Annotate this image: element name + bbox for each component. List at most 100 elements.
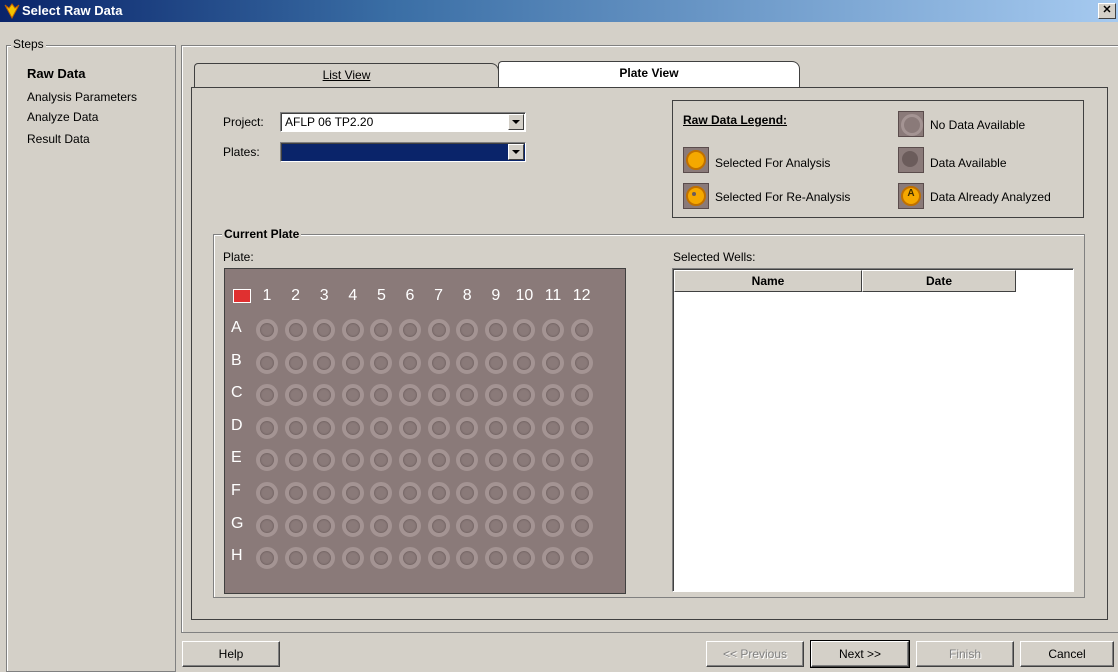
plate-well[interactable] [399, 416, 421, 439]
plate-well[interactable] [313, 482, 336, 504]
plate-well[interactable] [313, 319, 336, 341]
plate-well[interactable] [513, 384, 536, 407]
plate-well[interactable] [570, 547, 593, 570]
plate-well[interactable] [427, 547, 450, 570]
plate-well[interactable] [542, 547, 564, 570]
plate-well[interactable] [542, 482, 564, 504]
plate-well[interactable] [513, 547, 536, 570]
plate-well[interactable] [313, 351, 336, 374]
plate-well[interactable] [542, 384, 564, 407]
plate-well[interactable] [313, 416, 336, 439]
column-header-name[interactable]: Name [674, 270, 862, 292]
plate-well[interactable] [484, 319, 507, 341]
plate-column-label[interactable]: 7 [428, 287, 450, 305]
plate-well[interactable] [570, 384, 593, 407]
plate-well[interactable] [542, 514, 564, 537]
plate-well[interactable] [427, 514, 450, 537]
plate-well[interactable] [484, 482, 507, 504]
plate-column-label[interactable]: 12 [571, 287, 593, 305]
plate-well[interactable] [456, 384, 479, 407]
plate-well[interactable] [341, 319, 364, 341]
plate-well[interactable] [456, 449, 479, 472]
plate-column-label[interactable]: 2 [285, 287, 307, 305]
plate-well[interactable] [542, 449, 564, 472]
plate-well[interactable] [256, 384, 278, 407]
plate-well[interactable] [456, 416, 479, 439]
plate-well[interactable] [341, 482, 364, 504]
plate-column-label[interactable]: 8 [456, 287, 478, 305]
plate-well[interactable] [484, 351, 507, 374]
plate-well[interactable] [284, 547, 307, 570]
plate-well[interactable] [456, 547, 479, 570]
plate-well[interactable] [513, 319, 536, 341]
plate-well[interactable] [284, 514, 307, 537]
plate-well[interactable] [456, 319, 479, 341]
close-button[interactable]: ✕ [1098, 3, 1116, 19]
plate-well[interactable] [313, 384, 336, 407]
plate-column-label[interactable]: 11 [542, 287, 564, 305]
plate-well[interactable] [399, 319, 421, 341]
plate-column-label[interactable]: 3 [313, 287, 335, 305]
plate-row-label[interactable]: F [231, 482, 249, 500]
plate-well[interactable] [256, 319, 278, 341]
plate-well[interactable] [370, 482, 393, 504]
plates-dropdown[interactable] [280, 142, 526, 162]
tab-list-view[interactable]: List View [194, 63, 499, 88]
plate-row-label[interactable]: E [231, 449, 249, 467]
plate-well[interactable] [284, 319, 307, 341]
plate-well[interactable] [284, 351, 307, 374]
help-button[interactable]: Help [182, 641, 280, 667]
plate-well[interactable] [513, 482, 536, 504]
plate-well[interactable] [341, 514, 364, 537]
tab-plate-view[interactable]: Plate View [498, 61, 800, 89]
plate-row-label[interactable]: B [231, 352, 249, 370]
plate-column-label[interactable]: 10 [513, 287, 535, 305]
plate-well[interactable] [341, 449, 364, 472]
plate-row-label[interactable]: D [231, 417, 249, 435]
plate-well[interactable] [456, 514, 479, 537]
plate-well[interactable] [370, 384, 393, 407]
plate-well[interactable] [399, 384, 421, 407]
step-result-data[interactable]: Result Data [27, 132, 90, 146]
plate-well[interactable] [513, 449, 536, 472]
plate-well[interactable] [370, 319, 393, 341]
plate-well[interactable] [284, 449, 307, 472]
plate-well[interactable] [484, 384, 507, 407]
plate-row-label[interactable]: G [231, 515, 249, 533]
plate-well[interactable] [313, 547, 336, 570]
plate-well[interactable] [256, 351, 278, 374]
plate-well[interactable] [484, 547, 507, 570]
plate-well[interactable] [513, 351, 536, 374]
step-analyze-data[interactable]: Analyze Data [27, 110, 98, 124]
project-dropdown[interactable]: AFLP 06 TP2.20 [280, 112, 526, 132]
finish-button[interactable]: Finish [916, 641, 1014, 667]
plate-well[interactable] [456, 482, 479, 504]
plate-well[interactable] [341, 384, 364, 407]
plate-column-label[interactable]: 5 [370, 287, 392, 305]
plate-well[interactable] [370, 416, 393, 439]
chevron-down-icon[interactable] [508, 114, 524, 130]
plate-well[interactable] [284, 416, 307, 439]
plate-well[interactable] [542, 416, 564, 439]
selected-wells-table[interactable]: Name Date [672, 268, 1074, 592]
plate-well[interactable] [341, 547, 364, 570]
plate-well[interactable] [484, 514, 507, 537]
plate-well[interactable] [513, 416, 536, 439]
plate-well[interactable] [313, 449, 336, 472]
plate-well[interactable] [570, 449, 593, 472]
plate-well[interactable] [570, 351, 593, 374]
plate-well[interactable] [570, 416, 593, 439]
plate-well[interactable] [427, 319, 450, 341]
step-raw-data[interactable]: Raw Data [27, 66, 86, 81]
plate-well[interactable] [370, 449, 393, 472]
plate-corner-marker[interactable] [233, 289, 251, 303]
cancel-button[interactable]: Cancel [1020, 641, 1114, 667]
plate-well[interactable] [256, 547, 278, 570]
plate-well[interactable] [427, 482, 450, 504]
plate-column-label[interactable]: 4 [342, 287, 364, 305]
plate-well[interactable] [542, 351, 564, 374]
plate-column-label[interactable]: 6 [399, 287, 421, 305]
plate-well[interactable] [284, 482, 307, 504]
plate-well[interactable] [256, 416, 278, 439]
plate-well[interactable] [570, 482, 593, 504]
